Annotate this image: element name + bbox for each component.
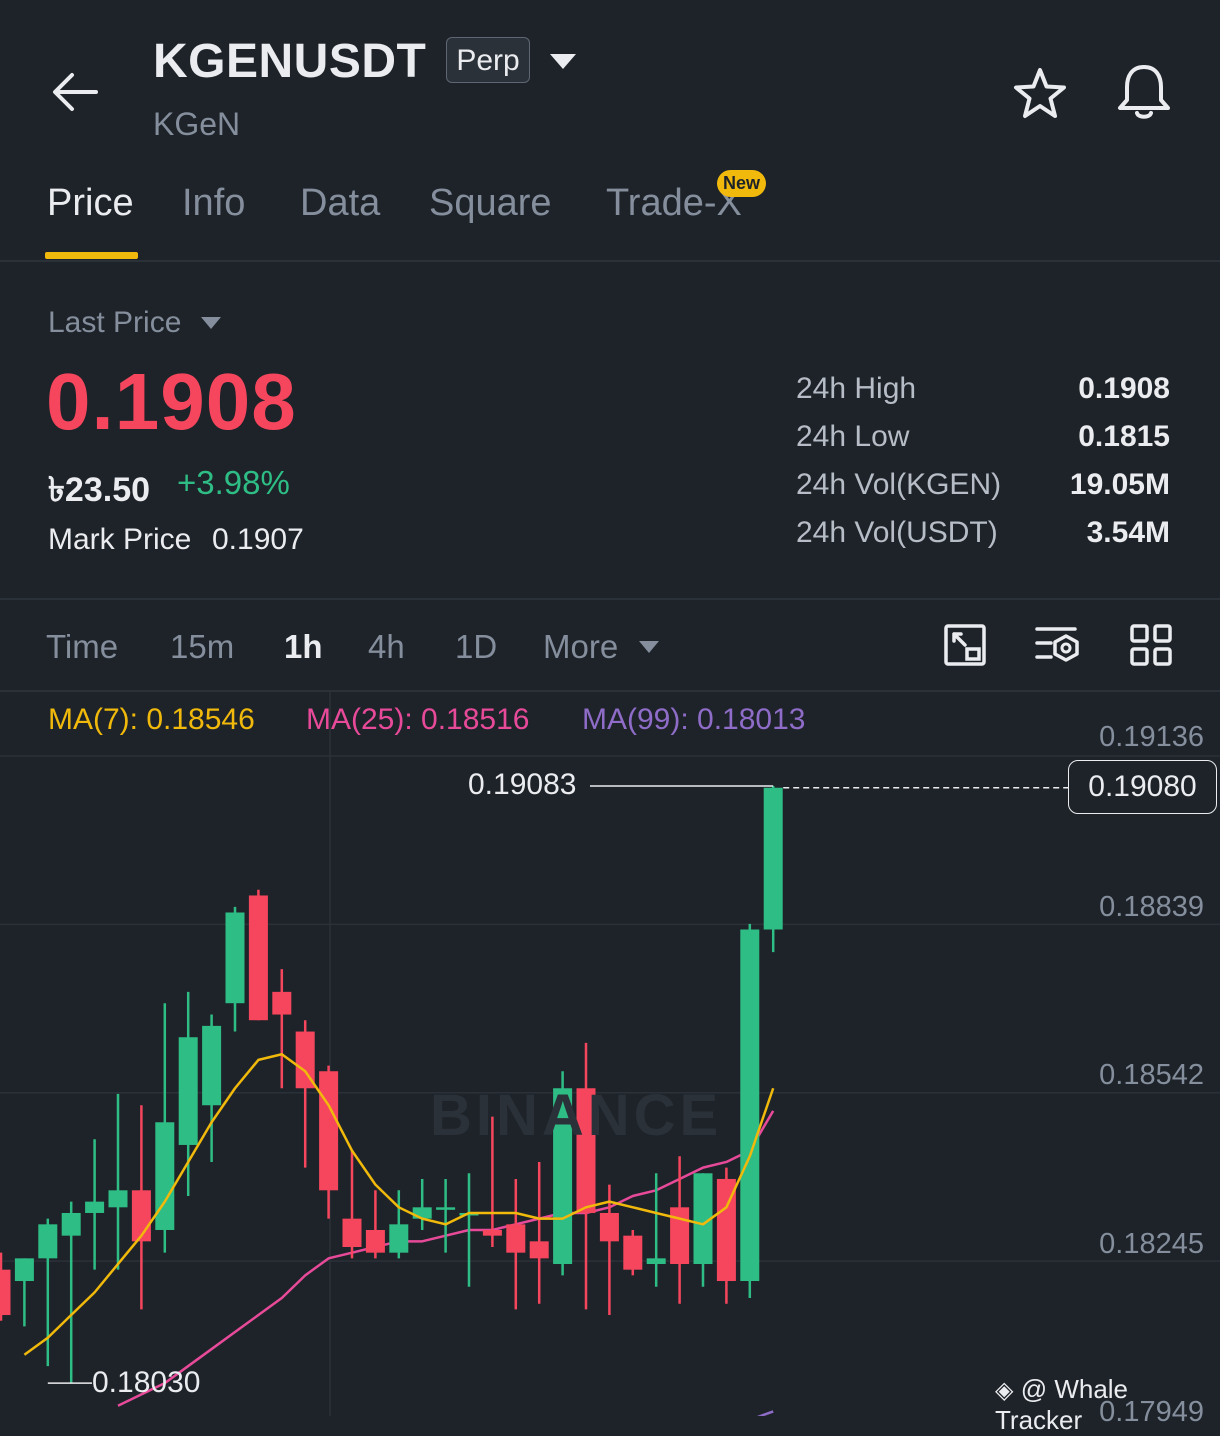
new-badge: New	[717, 170, 766, 197]
price-mode-dropdown[interactable]	[200, 316, 222, 335]
mark-price-label: Mark Price	[48, 523, 192, 556]
fiat-price: ৳23.50	[48, 471, 151, 509]
interval-time[interactable]: Time	[46, 628, 118, 666]
caret-down-icon	[550, 54, 576, 69]
tab-info[interactable]: Info	[182, 182, 245, 225]
candle-body	[482, 1229, 502, 1236]
candle-body	[155, 1122, 175, 1230]
current-price-label: 0.19080	[1068, 760, 1217, 814]
interval-15m[interactable]: 15m	[170, 628, 234, 666]
candle-body	[365, 1229, 385, 1253]
interval-1h[interactable]: 1h	[284, 628, 323, 666]
section-divider	[0, 598, 1220, 600]
y-axis-tick: 0.18245	[1099, 1228, 1204, 1260]
ma25-legend[interactable]: MA(25): 0.18516	[306, 703, 529, 737]
credit-text: ◈ @ Whale Tracker	[995, 1374, 1220, 1436]
candle-body	[646, 1258, 666, 1265]
credit-label: @ Whale Tracker	[995, 1374, 1129, 1435]
period-low-label: 0.18030	[92, 1366, 201, 1399]
candle-body	[740, 929, 760, 1282]
caret-down-icon	[639, 641, 659, 653]
tabs-divider	[0, 260, 1220, 262]
candle-body	[85, 1201, 105, 1213]
ma99-legend[interactable]: MA(99): 0.18013	[582, 703, 805, 737]
contract-type-badge[interactable]: Perp	[446, 37, 530, 83]
stat-value: 19.05M	[1069, 468, 1170, 501]
y-axis-tick: 0.18839	[1099, 891, 1204, 923]
stat-label: 24h Vol(USDT)	[796, 516, 998, 549]
grid-layout-icon	[1130, 624, 1172, 666]
chart-expand-button[interactable]	[943, 623, 987, 667]
tab-price[interactable]: Price	[47, 182, 134, 225]
last-price: 0.1908	[46, 357, 297, 446]
candle-body	[248, 895, 268, 1021]
candle-body	[436, 1207, 456, 1210]
ma7-legend[interactable]: MA(7): 0.18546	[48, 703, 255, 737]
grid-layout-button[interactable]	[1129, 623, 1173, 667]
candle-body	[61, 1212, 81, 1236]
candle-body	[623, 1235, 643, 1270]
symbol-dropdown[interactable]	[549, 53, 577, 76]
candle-body	[202, 1025, 222, 1106]
mark-price-value: 0.1907	[212, 523, 304, 556]
candle-body	[0, 1269, 11, 1316]
tab-square[interactable]: Square	[429, 182, 552, 225]
alert-button[interactable]	[1115, 62, 1173, 122]
stat-label: 24h High	[796, 372, 917, 405]
symbol-title[interactable]: KGENUSDT	[153, 34, 426, 89]
tab-data[interactable]: Data	[300, 182, 380, 225]
candle-body	[38, 1224, 58, 1259]
candle-body	[272, 991, 292, 1015]
more-dropdown[interactable]	[638, 640, 660, 659]
bell-icon	[1118, 65, 1170, 119]
price-change-percent: +3.98%	[177, 464, 290, 501]
indicator-settings-button[interactable]	[1035, 623, 1079, 667]
active-tab-indicator	[45, 252, 138, 259]
indicator-settings-icon	[1035, 627, 1079, 662]
candle-body	[599, 1212, 619, 1242]
stat-value: 0.1815	[1078, 420, 1170, 453]
y-axis-tick: 0.18542	[1099, 1059, 1204, 1091]
candle-body	[529, 1241, 549, 1259]
interval-more[interactable]: More	[543, 628, 618, 666]
back-button[interactable]	[50, 70, 100, 114]
stat-label: 24h Low	[796, 420, 910, 453]
ma99-line	[756, 1410, 774, 1416]
binance-logo-icon: ◈	[995, 1377, 1014, 1404]
candlestick-chart[interactable]	[0, 690, 1220, 1416]
candle-body	[178, 1037, 198, 1145]
favorite-button[interactable]	[1012, 66, 1068, 122]
star-icon	[1014, 68, 1066, 118]
candle-body	[389, 1224, 409, 1253]
candle-body	[108, 1190, 128, 1208]
back-arrow-icon	[53, 73, 98, 111]
candle-body	[506, 1224, 526, 1253]
asset-name: KGeN	[153, 106, 241, 142]
candle-body	[342, 1218, 362, 1248]
candle-body	[412, 1207, 432, 1219]
candle-body	[319, 1071, 339, 1191]
candle-body	[14, 1258, 34, 1282]
stat-value: 0.1908	[1078, 372, 1170, 405]
price-mode-selector[interactable]: Last Price	[48, 306, 181, 340]
candle-body	[763, 787, 783, 930]
caret-down-icon	[201, 317, 221, 329]
interval-4h[interactable]: 4h	[368, 628, 405, 666]
y-axis-tick: 0.19136	[1099, 721, 1204, 753]
candle-body	[225, 912, 245, 1004]
period-high-label: 0.19083	[468, 768, 577, 801]
chart-watermark: BINANCE	[430, 1083, 723, 1148]
stat-value: 3.54M	[1086, 516, 1170, 549]
interval-1d[interactable]: 1D	[455, 628, 497, 666]
stat-label: 24h Vol(KGEN)	[796, 468, 1002, 501]
chart-expand-icon	[944, 624, 986, 666]
